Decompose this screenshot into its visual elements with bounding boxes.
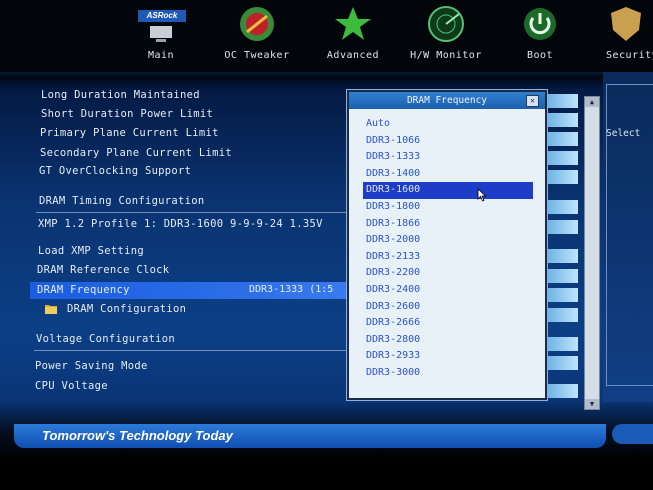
scroll-down-button[interactable]: ▼ bbox=[585, 399, 599, 409]
dram-frequency-label: DRAM Frequency bbox=[37, 284, 130, 296]
nav-tab-security[interactable]: Security bbox=[596, 0, 653, 72]
nav-label-boot: Boot bbox=[526, 50, 554, 61]
value-field bbox=[548, 337, 578, 351]
menu-item-dram-ref-clock[interactable]: DRAM Reference Clock bbox=[37, 264, 169, 276]
value-field bbox=[548, 113, 578, 127]
frequency-option[interactable]: DDR3-2400 bbox=[363, 282, 533, 299]
power-icon bbox=[524, 8, 556, 40]
mouse-cursor-icon bbox=[477, 188, 487, 202]
frequency-option[interactable]: DDR3-2000 bbox=[363, 232, 533, 249]
section-dram-timing: DRAM Timing Configuration bbox=[39, 195, 205, 207]
footer-bar: Tomorrow's Technology Today bbox=[14, 424, 606, 448]
value-field bbox=[548, 151, 578, 165]
frequency-option[interactable]: DDR3-2133 bbox=[363, 249, 533, 266]
value-field bbox=[548, 200, 578, 214]
value-field bbox=[548, 269, 578, 283]
help-description: Select bbox=[606, 128, 641, 139]
menu-item-long-duration[interactable]: Long Duration Maintained bbox=[41, 89, 200, 101]
value-column bbox=[548, 94, 578, 398]
option-list: Auto DDR3-1066 DDR3-1333 DDR3-1400 DDR3-1600… bbox=[363, 116, 533, 382]
menu-item-short-duration[interactable]: Short Duration Power Limit bbox=[41, 108, 213, 120]
value-field bbox=[548, 94, 578, 108]
frequency-option[interactable]: DDR3-2800 bbox=[363, 332, 533, 349]
folder-icon bbox=[45, 305, 57, 314]
value-field bbox=[548, 384, 578, 398]
top-nav: ASRock Main OC Tweaker Advanced H/W Moni… bbox=[0, 0, 653, 72]
scrollbar[interactable]: ▲ ▼ bbox=[584, 96, 600, 410]
dram-frequency-popup: DRAM Frequency ✕ Auto DDR3-1066 DDR3-1333 D… bbox=[347, 90, 547, 400]
nav-label-hw-monitor: H/W Monitor bbox=[410, 50, 482, 61]
frequency-option[interactable]: DDR3-1400 bbox=[363, 166, 533, 183]
frequency-option[interactable]: Auto bbox=[363, 116, 533, 133]
nav-tab-main[interactable]: Main bbox=[120, 0, 202, 72]
frequency-option[interactable]: DDR3-2933 bbox=[363, 348, 533, 365]
frequency-option[interactable]: DDR3-2666 bbox=[363, 315, 533, 332]
footer-right-cap bbox=[612, 424, 653, 444]
xmp-profile-info: XMP 1.2 Profile 1: DDR3-1600 9-9-9-24 1.… bbox=[38, 218, 323, 230]
nav-tab-oc-tweaker[interactable]: OC Tweaker bbox=[216, 0, 298, 72]
shield-icon bbox=[611, 7, 641, 41]
frequency-option[interactable]: DDR3-1066 bbox=[363, 133, 533, 150]
value-field bbox=[548, 132, 578, 146]
menu-item-secondary-plane[interactable]: Secondary Plane Current Limit bbox=[40, 147, 232, 159]
menu-item-gt-overclocking[interactable]: GT OverClocking Support bbox=[39, 165, 191, 177]
footer-slogan: Tomorrow's Technology Today bbox=[42, 428, 233, 443]
nav-label-advanced: Advanced bbox=[326, 50, 380, 61]
oc-tweaker-icon bbox=[240, 7, 274, 41]
nav-divider bbox=[0, 72, 653, 78]
value-field bbox=[548, 220, 578, 234]
frequency-option[interactable]: DDR3-3000 bbox=[363, 365, 533, 382]
popup-title: DRAM Frequency bbox=[349, 92, 545, 109]
value-field bbox=[548, 249, 578, 263]
dram-frequency-value: DDR3-1333 (1:5 bbox=[249, 284, 334, 295]
frequency-option[interactable]: DDR3-1800 bbox=[363, 199, 533, 216]
nav-label-main: Main bbox=[147, 50, 175, 61]
menu-item-dram-configuration[interactable]: DRAM Configuration bbox=[67, 303, 186, 315]
menu-item-primary-plane[interactable]: Primary Plane Current Limit bbox=[40, 127, 219, 139]
frequency-option[interactable]: DDR3-1866 bbox=[363, 216, 533, 233]
section-voltage-config: Voltage Configuration bbox=[36, 333, 176, 345]
value-field bbox=[548, 308, 578, 322]
nav-tab-hw-monitor[interactable]: H/W Monitor bbox=[404, 0, 488, 72]
value-field bbox=[548, 170, 578, 184]
menu-item-load-xmp[interactable]: Load XMP Setting bbox=[38, 245, 144, 257]
nav-tab-boot[interactable]: Boot bbox=[500, 0, 580, 72]
star-icon bbox=[335, 7, 371, 40]
menu-item-power-saving[interactable]: Power Saving Mode bbox=[35, 360, 148, 372]
help-panel bbox=[603, 72, 653, 402]
nav-label-oc-tweaker: OC Tweaker bbox=[224, 50, 290, 61]
section-divider bbox=[36, 212, 354, 213]
nav-label-security: Security bbox=[606, 50, 653, 61]
bios-screen: ASRock Main OC Tweaker Advanced H/W Moni… bbox=[0, 0, 653, 490]
frequency-option[interactable]: DDR3-2200 bbox=[363, 265, 533, 282]
frequency-option[interactable]: DDR3-1333 bbox=[363, 149, 533, 166]
close-icon[interactable]: ✕ bbox=[526, 95, 539, 107]
menu-item-cpu-voltage[interactable]: CPU Voltage bbox=[35, 380, 108, 392]
section-divider bbox=[34, 350, 352, 351]
nav-tab-advanced[interactable]: Advanced bbox=[312, 0, 394, 72]
radar-icon bbox=[428, 6, 464, 42]
frequency-option[interactable]: DDR3-2600 bbox=[363, 299, 533, 316]
main-icon bbox=[150, 26, 172, 42]
scroll-up-button[interactable]: ▲ bbox=[585, 97, 599, 107]
frequency-option[interactable]: DDR3-1600 bbox=[363, 182, 533, 199]
value-field bbox=[548, 356, 578, 370]
value-field bbox=[548, 288, 578, 302]
